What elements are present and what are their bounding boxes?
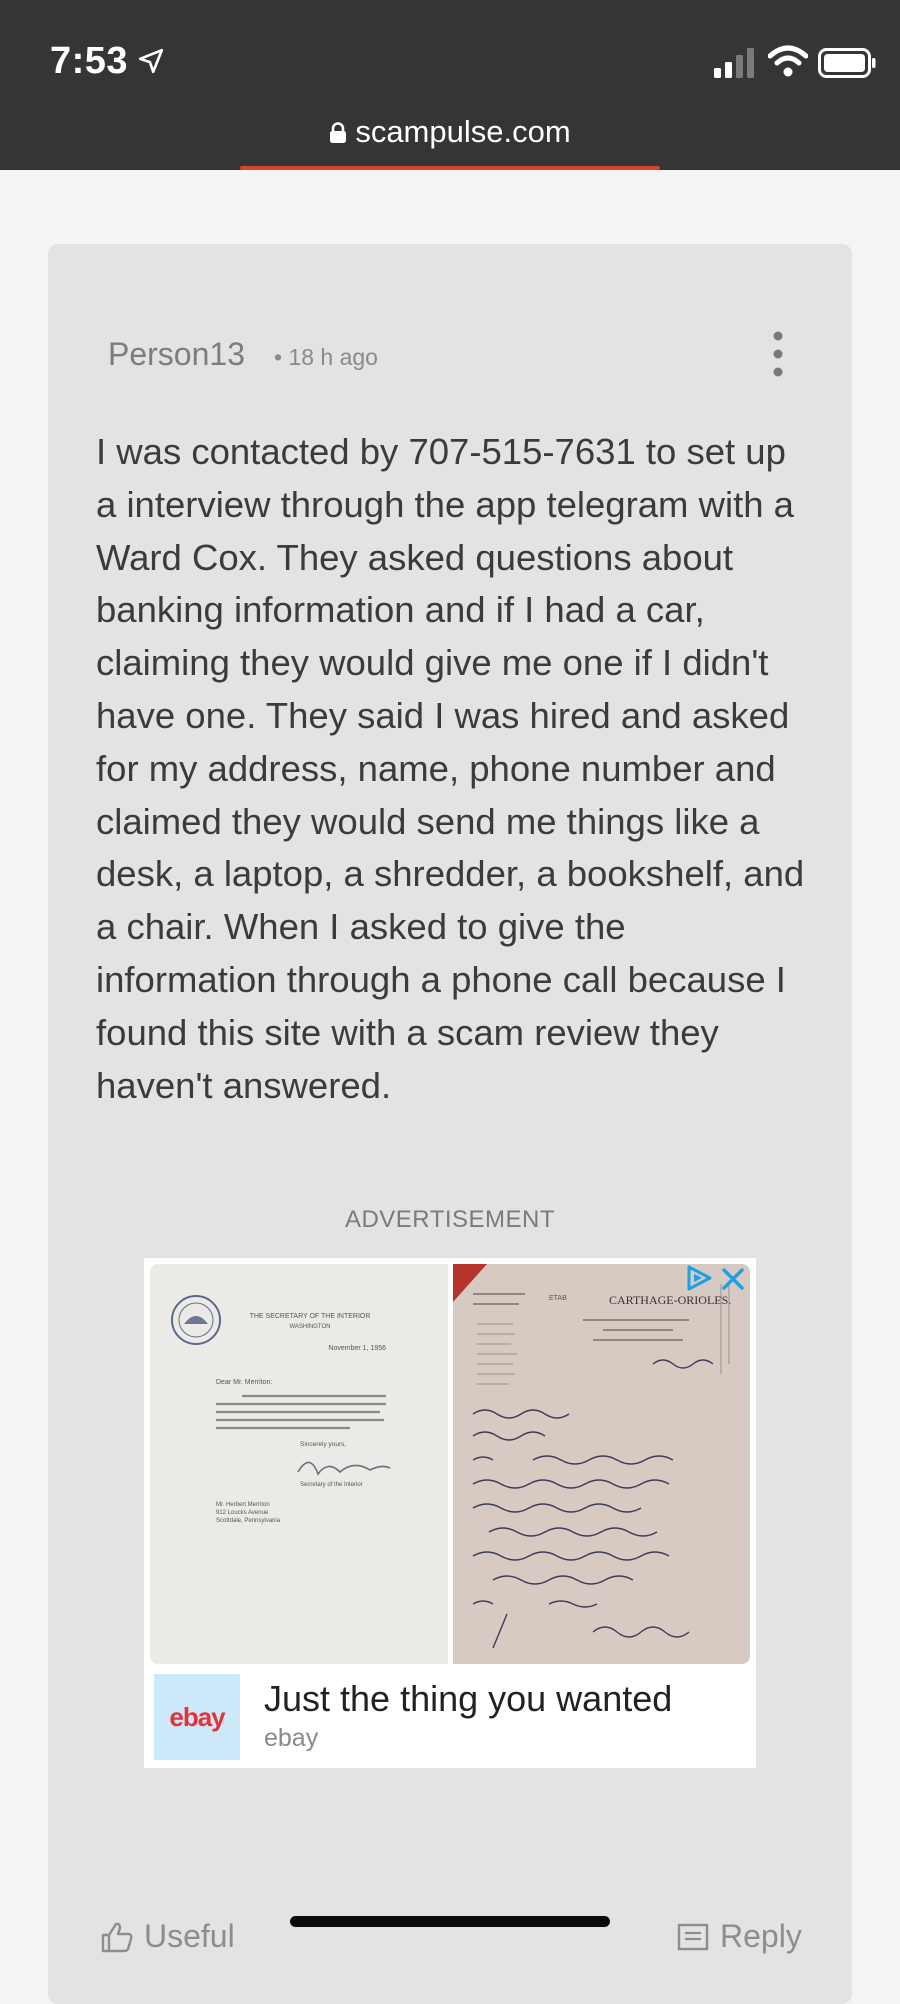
letter-club-name: CARTHAGE-ORIOLES. xyxy=(609,1293,731,1307)
battery-icon xyxy=(818,48,876,78)
signal-icon xyxy=(714,48,754,78)
letter-salutation: Dear Mr. Merriton: xyxy=(216,1379,272,1386)
ad-banner[interactable]: THE SECRETARY OF THE INTERIOR WASHINGTON… xyxy=(144,1258,756,1768)
status-time: 7:53 xyxy=(50,40,129,82)
comment-author[interactable]: Person13 xyxy=(108,336,245,373)
reply-icon xyxy=(677,1923,709,1950)
wifi-icon xyxy=(768,45,808,77)
letter-date: November 1, 1956 xyxy=(328,1345,386,1352)
thumbs-up-icon xyxy=(101,1922,133,1952)
adchoices-icon[interactable] xyxy=(684,1264,714,1292)
reply-label: Reply xyxy=(720,1918,802,1954)
comment-body: I was contacted by 707-515-7631 to set u… xyxy=(96,431,805,1106)
more-vertical-icon[interactable] xyxy=(766,330,790,378)
typed-letter-image: THE SECRETARY OF THE INTERIOR WASHINGTON… xyxy=(171,1295,391,1524)
status-bar: 7:53 scampulse.com xyxy=(0,0,900,170)
letter-address-line3: Scottdale, Pennsylvania xyxy=(216,1518,281,1524)
letter-address-line1: Mr. Herbert Merriton xyxy=(216,1502,270,1508)
useful-button[interactable]: Useful xyxy=(100,1918,235,1955)
letter-heading: THE SECRETARY OF THE INTERIOR xyxy=(250,1313,371,1320)
lock-icon xyxy=(330,122,347,143)
ad-brand[interactable]: ebay xyxy=(264,1724,318,1753)
letter-address-line2: 912 Loucks Avenue xyxy=(216,1510,269,1516)
advertisement-label: ADVERTISEMENT xyxy=(344,1206,556,1233)
comment-timestamp: • 18 h ago xyxy=(274,344,378,370)
location-arrow-icon xyxy=(138,48,164,74)
useful-label: Useful xyxy=(144,1918,235,1954)
ad-image-handwritten-letter[interactable]: CARTHAGE-ORIOLES. ETAB xyxy=(453,1264,750,1664)
reply-button[interactable]: Reply xyxy=(676,1918,802,1955)
handwritten-letter-image: CARTHAGE-ORIOLES. ETAB xyxy=(453,1264,731,1649)
ad-headline[interactable]: Just the thing you wanted xyxy=(264,1678,672,1720)
letter-tag: ETAB xyxy=(549,1295,567,1302)
url-text: scampulse.com xyxy=(355,114,571,149)
letter-heading-city: WASHINGTON xyxy=(289,1324,330,1330)
home-indicator[interactable] xyxy=(290,1916,610,1927)
letter-signature-title: Secretary of the Interior xyxy=(300,1482,363,1488)
address-bar[interactable]: scampulse.com xyxy=(0,114,900,150)
close-icon[interactable] xyxy=(720,1266,746,1292)
ebay-logo[interactable]: ebay xyxy=(154,1674,240,1760)
page-load-progress xyxy=(240,166,660,170)
letter-closing: Sincerely yours, xyxy=(300,1441,346,1448)
ad-image-typed-letter[interactable]: THE SECRETARY OF THE INTERIOR WASHINGTON… xyxy=(150,1264,448,1664)
